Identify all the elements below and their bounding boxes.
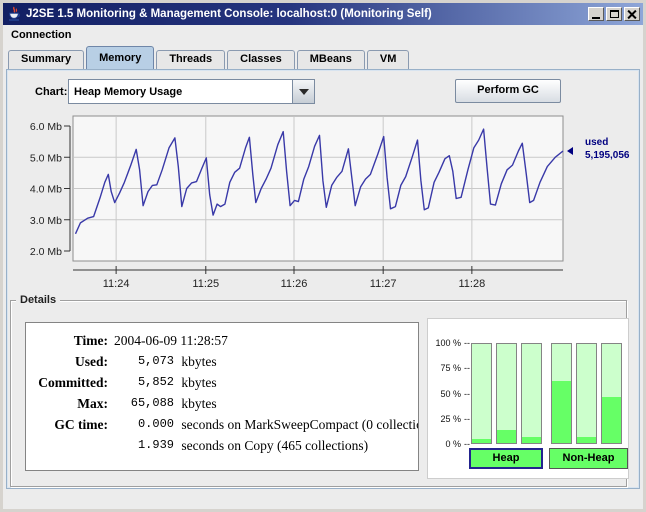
minimize-button[interactable] xyxy=(588,7,604,21)
detail-row-used: Used: 5,073 kbytes xyxy=(26,351,418,372)
chart-combobox[interactable]: Heap Memory Usage xyxy=(68,79,315,104)
detail-value: kbytes xyxy=(174,393,217,414)
bar-axis-tick: 100 %-- xyxy=(428,338,470,348)
detail-value: seconds on MarkSweepCompact (0 collectio… xyxy=(174,414,419,435)
detail-number: 1.939 xyxy=(108,435,174,456)
window-title: J2SE 1.5 Monitoring & Management Console… xyxy=(26,8,588,20)
chart-combobox-value: Heap Memory Usage xyxy=(69,86,292,98)
tab-threads[interactable]: Threads xyxy=(156,50,225,69)
detail-number: 5,852 xyxy=(108,372,174,393)
svg-text:11:24: 11:24 xyxy=(103,278,130,290)
jconsole-window: J2SE 1.5 Monitoring & Management Console… xyxy=(0,0,646,512)
title-bar[interactable]: J2SE 1.5 Monitoring & Management Console… xyxy=(3,3,643,25)
svg-text:11:25: 11:25 xyxy=(192,278,219,290)
memory-pool-bar-fill xyxy=(577,437,596,443)
maximize-button[interactable] xyxy=(606,7,622,21)
minimize-icon xyxy=(592,17,600,19)
detail-number: 65,088 xyxy=(108,393,174,414)
detail-value: seconds on Copy (465 collections) xyxy=(174,435,368,456)
close-button[interactable] xyxy=(624,7,640,21)
memory-pool-bar-fill xyxy=(497,430,516,443)
memory-pool-bar-fill xyxy=(552,381,571,443)
bar-axis-tick: 25 %-- xyxy=(428,414,470,424)
details-panel: Time: 2004-06-09 11:28:57 Used: 5,073 kb… xyxy=(25,322,419,471)
detail-label: Used: xyxy=(26,351,108,372)
detail-value: kbytes xyxy=(174,351,217,372)
svg-text:11:27: 11:27 xyxy=(370,278,397,290)
svg-text:11:28: 11:28 xyxy=(459,278,486,290)
memory-pool-bar[interactable] xyxy=(576,343,597,444)
memory-pool-bar[interactable] xyxy=(551,343,572,444)
detail-row-max: Max: 65,088 kbytes xyxy=(26,393,418,414)
menu-connection[interactable]: Connection xyxy=(3,27,80,43)
bar-axis-tick: 50 %-- xyxy=(428,389,470,399)
non-heap-pool-button[interactable]: Non-Heap xyxy=(549,448,628,469)
svg-text:4.0 Mb: 4.0 Mb xyxy=(30,184,62,196)
java-logo-icon xyxy=(6,6,22,22)
menu-bar: Connection xyxy=(3,25,643,45)
tab-mbeans[interactable]: MBeans xyxy=(297,50,365,69)
detail-label: Committed: xyxy=(26,372,108,393)
close-icon xyxy=(627,10,637,19)
memory-pool-bar[interactable] xyxy=(521,343,542,444)
tab-vm[interactable]: VM xyxy=(367,50,410,69)
detail-row-time: Time: 2004-06-09 11:28:57 xyxy=(26,330,418,351)
svg-text:2.0 Mb: 2.0 Mb xyxy=(30,246,62,258)
maximize-icon xyxy=(610,10,619,18)
bar-axis-tick: 75 %-- xyxy=(428,363,470,373)
svg-text:11:26: 11:26 xyxy=(281,278,308,290)
memory-pool-bar[interactable] xyxy=(471,343,492,444)
perform-gc-button[interactable]: Perform GC xyxy=(455,79,561,103)
detail-row-committed: Committed: 5,852 kbytes xyxy=(26,372,418,393)
detail-label xyxy=(26,435,108,456)
svg-text:5,195,056: 5,195,056 xyxy=(585,150,630,161)
detail-row-gc-time: GC time: 0.000 seconds on MarkSweepCompa… xyxy=(26,414,418,435)
detail-number: 0.000 xyxy=(108,414,174,435)
detail-label: GC time: xyxy=(26,414,108,435)
bar-axis-tick: 0 %-- xyxy=(428,439,470,449)
svg-text:6.0 Mb: 6.0 Mb xyxy=(30,121,62,133)
tab-strip: Summary Memory Threads Classes MBeans VM xyxy=(8,46,409,69)
memory-pool-bar-fill xyxy=(472,439,491,443)
tab-memory[interactable]: Memory xyxy=(86,46,154,69)
chart-label: Chart: xyxy=(35,86,67,98)
svg-text:3.0 Mb: 3.0 Mb xyxy=(30,215,62,227)
memory-pool-bar[interactable] xyxy=(601,343,622,444)
memory-pool-bar-fill xyxy=(602,397,621,443)
detail-number: 5,073 xyxy=(108,351,174,372)
details-legend: Details xyxy=(16,294,60,306)
tab-summary[interactable]: Summary xyxy=(8,50,84,69)
combobox-arrow-button[interactable] xyxy=(292,80,314,103)
heap-usage-line-chart: 6.0 Mb 5.0 Mb 4.0 Mb 3.0 Mb 2.0 Mb 11:24 11:25… xyxy=(28,108,641,290)
memory-pools-bar-chart: Heap Non-Heap 100 %-- 75 %-- 50 %-- 25 %-- 0… xyxy=(427,318,629,479)
tab-classes[interactable]: Classes xyxy=(227,50,295,69)
detail-row-gc-copy: 1.939 seconds on Copy (465 collections) xyxy=(26,435,418,456)
detail-label: Max: xyxy=(26,393,108,414)
heap-pool-button[interactable]: Heap xyxy=(469,448,543,469)
detail-value: 2004-06-09 11:28:57 xyxy=(108,330,228,351)
detail-value: kbytes xyxy=(174,372,217,393)
svg-text:used: used xyxy=(585,137,608,148)
memory-pool-bar[interactable] xyxy=(496,343,517,444)
memory-pool-bar-fill xyxy=(522,437,541,443)
chevron-down-icon xyxy=(299,89,309,100)
detail-label: Time: xyxy=(26,330,108,351)
svg-text:5.0 Mb: 5.0 Mb xyxy=(30,152,62,164)
